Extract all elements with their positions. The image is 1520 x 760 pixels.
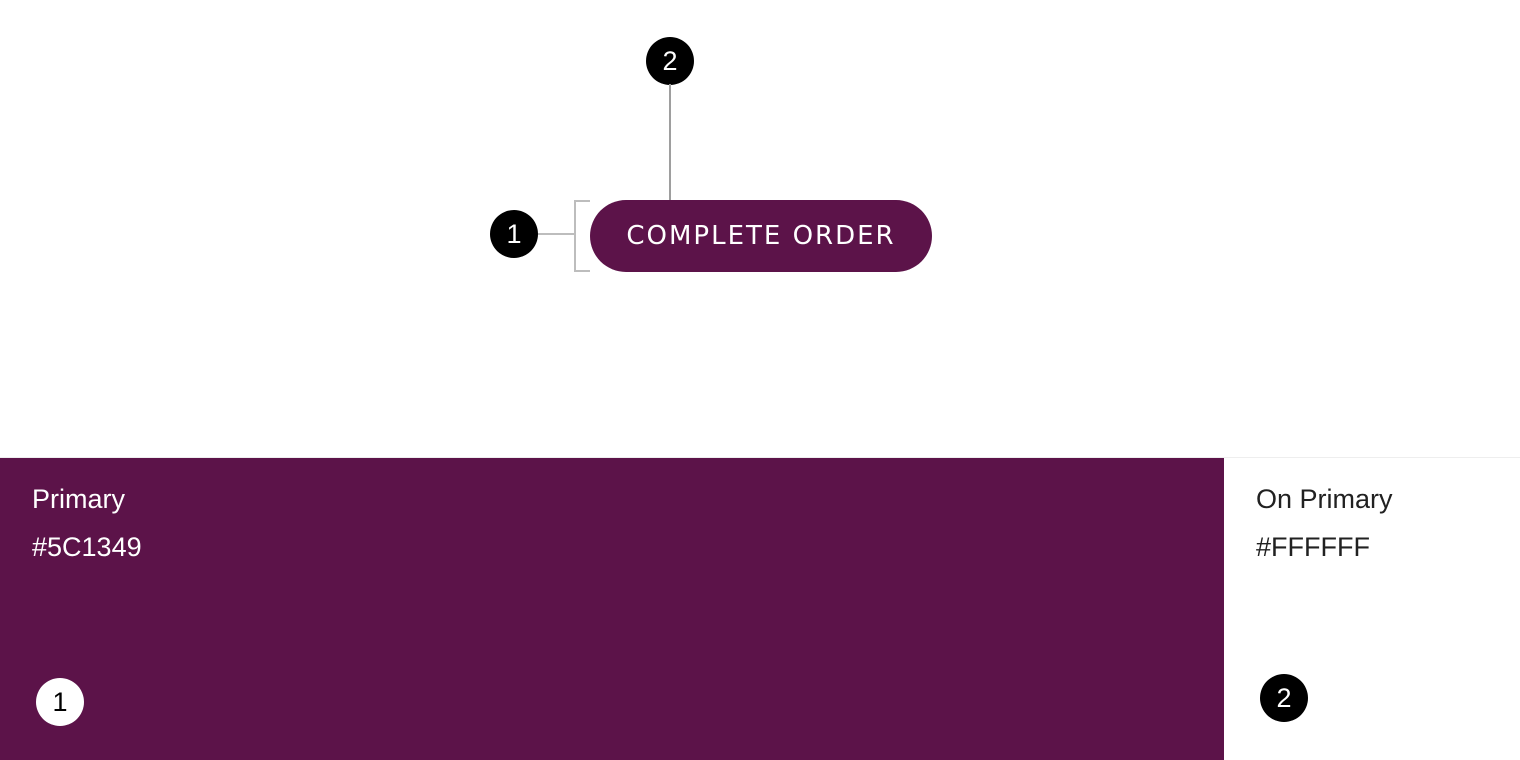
button-preview-area: 2 1 COMPLETE ORDER <box>0 0 1520 457</box>
swatch-hex: #FFFFFF <box>1256 532 1370 562</box>
callout-bracket <box>574 200 590 272</box>
color-spec-page: 2 1 COMPLETE ORDER Primary #5C1349 1 On … <box>0 0 1520 760</box>
complete-order-button[interactable]: COMPLETE ORDER <box>590 200 932 272</box>
swatch-marker: 1 <box>36 678 84 726</box>
callout-marker-container: 1 <box>490 210 538 258</box>
swatch-on-primary: On Primary #FFFFFF 2 <box>1224 458 1520 760</box>
callout-leader-line-horizontal <box>538 233 574 235</box>
swatch-marker: 2 <box>1260 674 1308 722</box>
swatch-hex: #5C1349 <box>32 532 142 562</box>
swatch-name: Primary <box>32 484 125 514</box>
swatch-name: On Primary <box>1256 484 1393 514</box>
swatch-primary: Primary #5C1349 1 <box>0 458 1224 760</box>
callout-marker-label-text: 2 <box>646 37 694 85</box>
